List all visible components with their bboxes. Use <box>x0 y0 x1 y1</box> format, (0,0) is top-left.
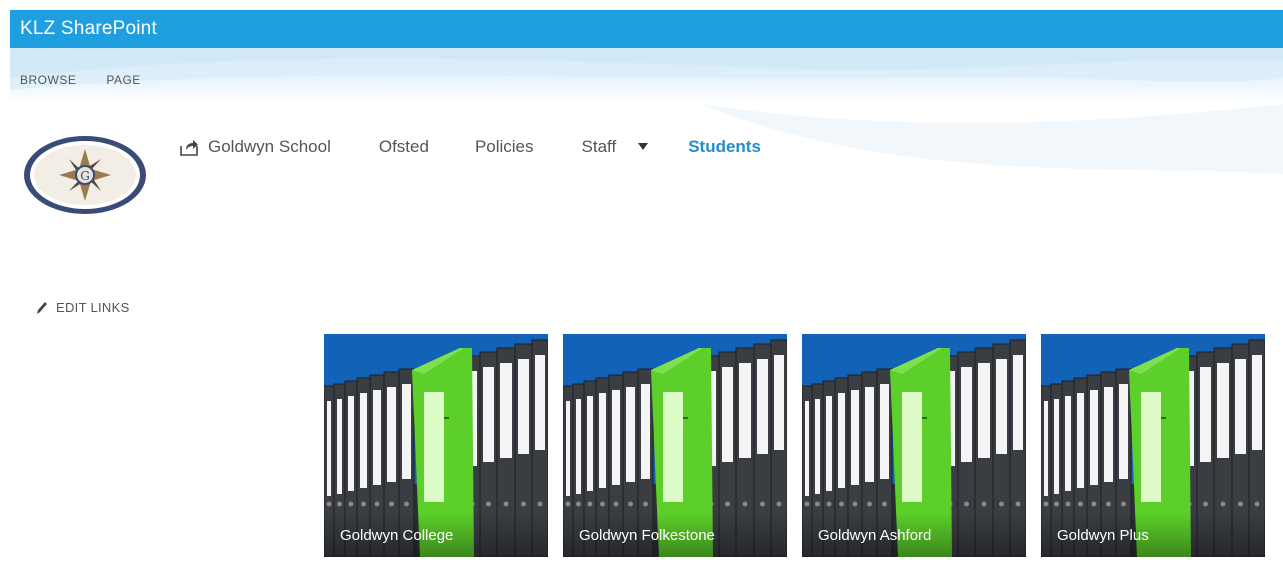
ribbon: BROWSE PAGE <box>10 48 1283 104</box>
nav-item-staff-label: Staff <box>581 137 617 156</box>
nav-item-staff[interactable]: Staff <box>582 137 649 157</box>
tile-label: Goldwyn Plus <box>1041 513 1265 557</box>
tile-goldwyn-plus[interactable]: Goldwyn Plus <box>1041 334 1265 557</box>
tile-goldwyn-college[interactable]: Goldwyn College <box>324 334 548 557</box>
nav-item-ofsted-label: Ofsted <box>378 137 429 156</box>
edit-links-label: EDIT LINKS <box>56 300 130 315</box>
ribbon-wave-decoration <box>10 48 1283 90</box>
site-logo[interactable]: G <box>22 134 148 216</box>
share-icon <box>180 140 198 156</box>
suite-bar: KLZ SharePoint <box>10 10 1283 48</box>
tile-label: Goldwyn Ashford <box>802 513 1026 557</box>
edit-links-button[interactable]: EDIT LINKS <box>36 300 130 315</box>
nav-item-goldwyn-school[interactable]: Goldwyn School <box>178 137 331 157</box>
nav-item-policies-label: Policies <box>474 137 534 156</box>
nav-item-ofsted[interactable]: Ofsted <box>379 137 429 157</box>
pencil-icon <box>37 301 47 314</box>
nav-item-goldwyn-school-label: Goldwyn School <box>208 137 331 156</box>
nav-item-policies[interactable]: Policies <box>475 137 534 157</box>
nav-item-students-label: Students <box>688 137 761 156</box>
ribbon-tab-browse[interactable]: BROWSE <box>20 73 76 87</box>
tile-label: Goldwyn College <box>324 513 548 557</box>
tile-goldwyn-folkestone[interactable]: Goldwyn Folkestone <box>563 334 787 557</box>
top-navigation: Goldwyn School Ofsted Policies Staff Stu… <box>178 137 761 157</box>
ribbon-tab-page[interactable]: PAGE <box>106 73 140 87</box>
background-swoosh-decoration <box>700 104 1283 174</box>
promoted-links: Goldwyn College Goldwyn Folkestone Goldw… <box>324 334 1265 557</box>
chevron-down-icon[interactable] <box>638 143 649 151</box>
tile-goldwyn-ashford[interactable]: Goldwyn Ashford <box>802 334 1026 557</box>
svg-text:G: G <box>80 169 90 183</box>
suite-title[interactable]: KLZ SharePoint <box>20 18 157 40</box>
tile-label: Goldwyn Folkestone <box>563 513 787 557</box>
nav-item-students[interactable]: Students <box>688 137 761 157</box>
